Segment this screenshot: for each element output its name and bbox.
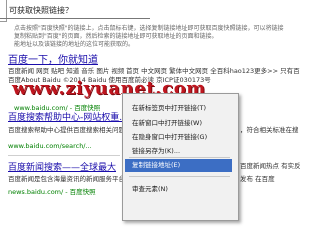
- menu-item-copy-link-address[interactable]: 复制链接地址(E): [125, 159, 232, 172]
- arrow-line: [0, 18, 150, 19]
- menu-separator: [129, 176, 230, 177]
- divider: [8, 155, 120, 156]
- result-3-url: news.baidu.com/ - 百度快照: [8, 188, 96, 196]
- result-2-snippet-1: 百度搜索帮助中心提供百度搜索相关问题的解答。: [8, 126, 122, 134]
- result-3-snippet-1: 百度新闻是包含海量资讯的新闻服务平台: [8, 175, 122, 183]
- result-1-title[interactable]: 百度一下，你就知道: [8, 51, 98, 66]
- menu-item-inspect-element[interactable]: 审查元素(N): [132, 183, 168, 193]
- menu-separator: [129, 157, 230, 158]
- instruction-line-3: 能地址以及该链接的地址的这位可能获取的。: [14, 41, 135, 48]
- result-2-title[interactable]: 百度搜索帮助中心-网站权重...: [8, 110, 122, 123]
- menu-item-save-link-as[interactable]: 链接另存为(K)...: [132, 145, 180, 155]
- context-menu: 在新标签页中打开链接(T) 在新窗口中打开链接(W) 在隐身窗口中打开链接(G)…: [122, 93, 239, 221]
- result-right-snippet-3: 百度新闻热点 有实反映: [240, 162, 300, 170]
- result-right-snippet-4: 发布 在百度: [240, 175, 275, 183]
- menu-item-open-new-window[interactable]: 在新窗口中打开链接(W): [132, 117, 202, 127]
- result-right-snippet-2: ，符合相关标准在搜: [240, 126, 299, 134]
- header-text: 可获取快照链接？: [9, 6, 73, 15]
- menu-item-open-incognito[interactable]: 在隐身窗口中打开链接(G): [132, 131, 207, 141]
- menu-item-open-new-tab[interactable]: 在新标签页中打开链接(T): [132, 102, 206, 112]
- result-3-title[interactable]: 百度新闻搜索——全球最大: [8, 160, 122, 173]
- result-2-url: www.baidu.com/search/...: [8, 142, 92, 150]
